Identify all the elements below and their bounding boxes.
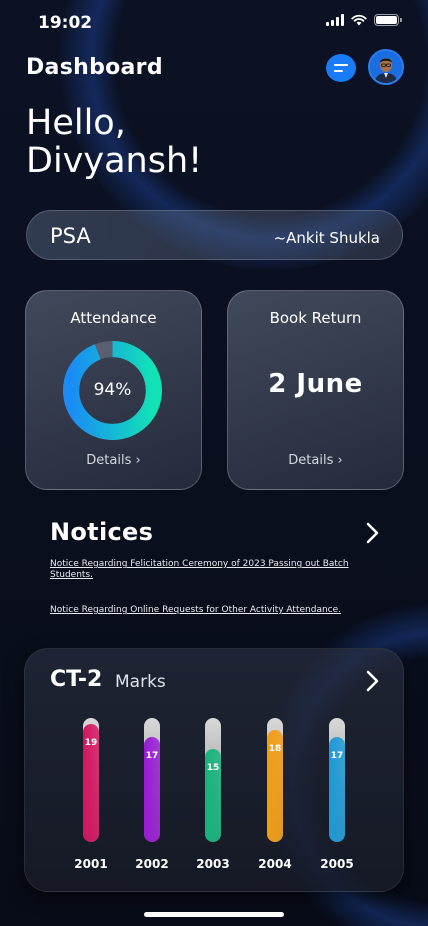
status-time: 19:02 [38,13,93,33]
details-label: Details [86,453,132,468]
home-indicator[interactable] [144,912,284,917]
bar-category-label: 2004 [258,857,292,871]
book-return-title: Book Return [269,309,362,327]
wifi-icon [351,14,367,26]
bar-value-label: 18 [268,744,282,754]
bar-category-label: 2002 [135,857,169,871]
signal-icon [326,14,344,26]
psa-mentor: ~Ankit Shukla [273,229,380,247]
chevron-right-icon: › [337,453,343,468]
bar-category-label: 2005 [320,857,354,871]
attendance-title: Attendance [70,309,157,327]
bar-value-label: 17 [145,751,159,761]
greeting-line: Hello, [26,103,126,143]
book-return-date: 2 June [268,369,363,399]
book-return-details-link[interactable]: Details › [227,453,404,468]
bar-value-label: 15 [206,763,220,773]
notice-link[interactable]: Notice Regarding Felicitation Ceremony o… [50,559,380,581]
marks-subtitle: Marks [115,672,166,692]
chat-button[interactable] [326,54,356,82]
battery-icon [374,14,402,26]
chat-icon [334,64,348,66]
page-title: Dashboard [26,55,163,80]
user-avatar-icon [370,51,402,83]
bar-category-label: 2003 [196,857,230,871]
chevron-right-icon: › [135,453,141,468]
attendance-details-link[interactable]: Details › [25,453,202,468]
notices-title: Notices [50,518,154,546]
bar-value-label: 19 [84,738,98,748]
greeting-name: Divyansh! [26,141,203,181]
marks-title: CT-2 [50,667,103,692]
details-label: Details [288,453,334,468]
psa-label: PSA [50,224,91,248]
marks-arrow-icon[interactable] [364,669,382,693]
bar-value-label: 17 [330,751,344,761]
attendance-percent: 94% [93,380,132,400]
greeting: Hello, Divyansh! [26,104,202,180]
avatar[interactable] [368,49,404,85]
notices-arrow-icon[interactable] [364,521,382,545]
bar-category-label: 2001 [74,857,108,871]
status-icons [326,14,402,26]
notice-link[interactable]: Notice Regarding Online Requests for Oth… [50,605,380,616]
